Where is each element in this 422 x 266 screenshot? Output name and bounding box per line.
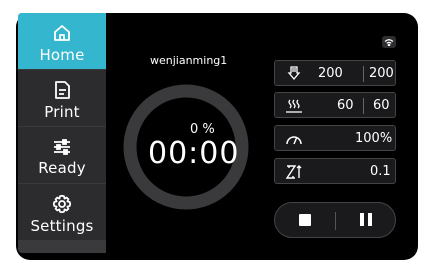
sidebar-item-settings[interactable]: Settings: [18, 184, 106, 240]
sidebar-item-label: Home: [39, 45, 85, 64]
file-name: wenjianming1: [150, 54, 228, 67]
bed-target-temp: 60: [373, 98, 390, 113]
stop-icon: [299, 211, 311, 230]
sidebar-item-print[interactable]: Print: [18, 70, 106, 126]
progress-percent: 0 %: [190, 122, 215, 137]
sidebar-item-label: Ready: [38, 158, 86, 177]
print-controls: [274, 202, 396, 238]
stop-button[interactable]: [275, 203, 335, 237]
divider: [363, 98, 364, 114]
nozzle-temperature-icon: [287, 66, 301, 81]
z-offset-value: 0.1: [370, 164, 391, 179]
wifi-icon: [382, 36, 396, 48]
speed-row[interactable]: 100%: [274, 125, 396, 151]
sidebar: Home Print Ready Settings: [18, 13, 106, 253]
pause-button[interactable]: [336, 203, 396, 237]
print-time: 00:00: [148, 136, 240, 171]
sidebar-item-home[interactable]: Home: [18, 13, 106, 69]
sidebar-item-label: Settings: [30, 216, 94, 235]
home-icon: [52, 23, 72, 43]
z-offset-row[interactable]: 0.1: [274, 158, 396, 184]
bed-temperature-icon: [286, 99, 302, 113]
divider: [363, 66, 364, 82]
bed-current-temp: 60: [337, 98, 354, 113]
sliders-icon: [52, 138, 72, 156]
z-offset-icon: [285, 165, 302, 179]
bed-temperature-row[interactable]: 60 60: [274, 92, 396, 118]
nozzle-current-temp: 200: [318, 66, 343, 81]
speed-value: 100%: [355, 131, 393, 146]
sidebar-item-label: Print: [44, 102, 80, 121]
sidebar-item-ready[interactable]: Ready: [18, 127, 106, 183]
home-panel: wenjianming1 0 % 00:00 200 200 60 60 100…: [106, 26, 406, 254]
nozzle-target-temp: 200: [369, 66, 394, 81]
print-file-icon: [53, 80, 71, 100]
nozzle-temperature-row[interactable]: 200 200: [274, 60, 396, 86]
pause-icon: [360, 211, 372, 230]
speed-gauge-icon: [286, 136, 302, 145]
gear-icon: [52, 194, 72, 214]
